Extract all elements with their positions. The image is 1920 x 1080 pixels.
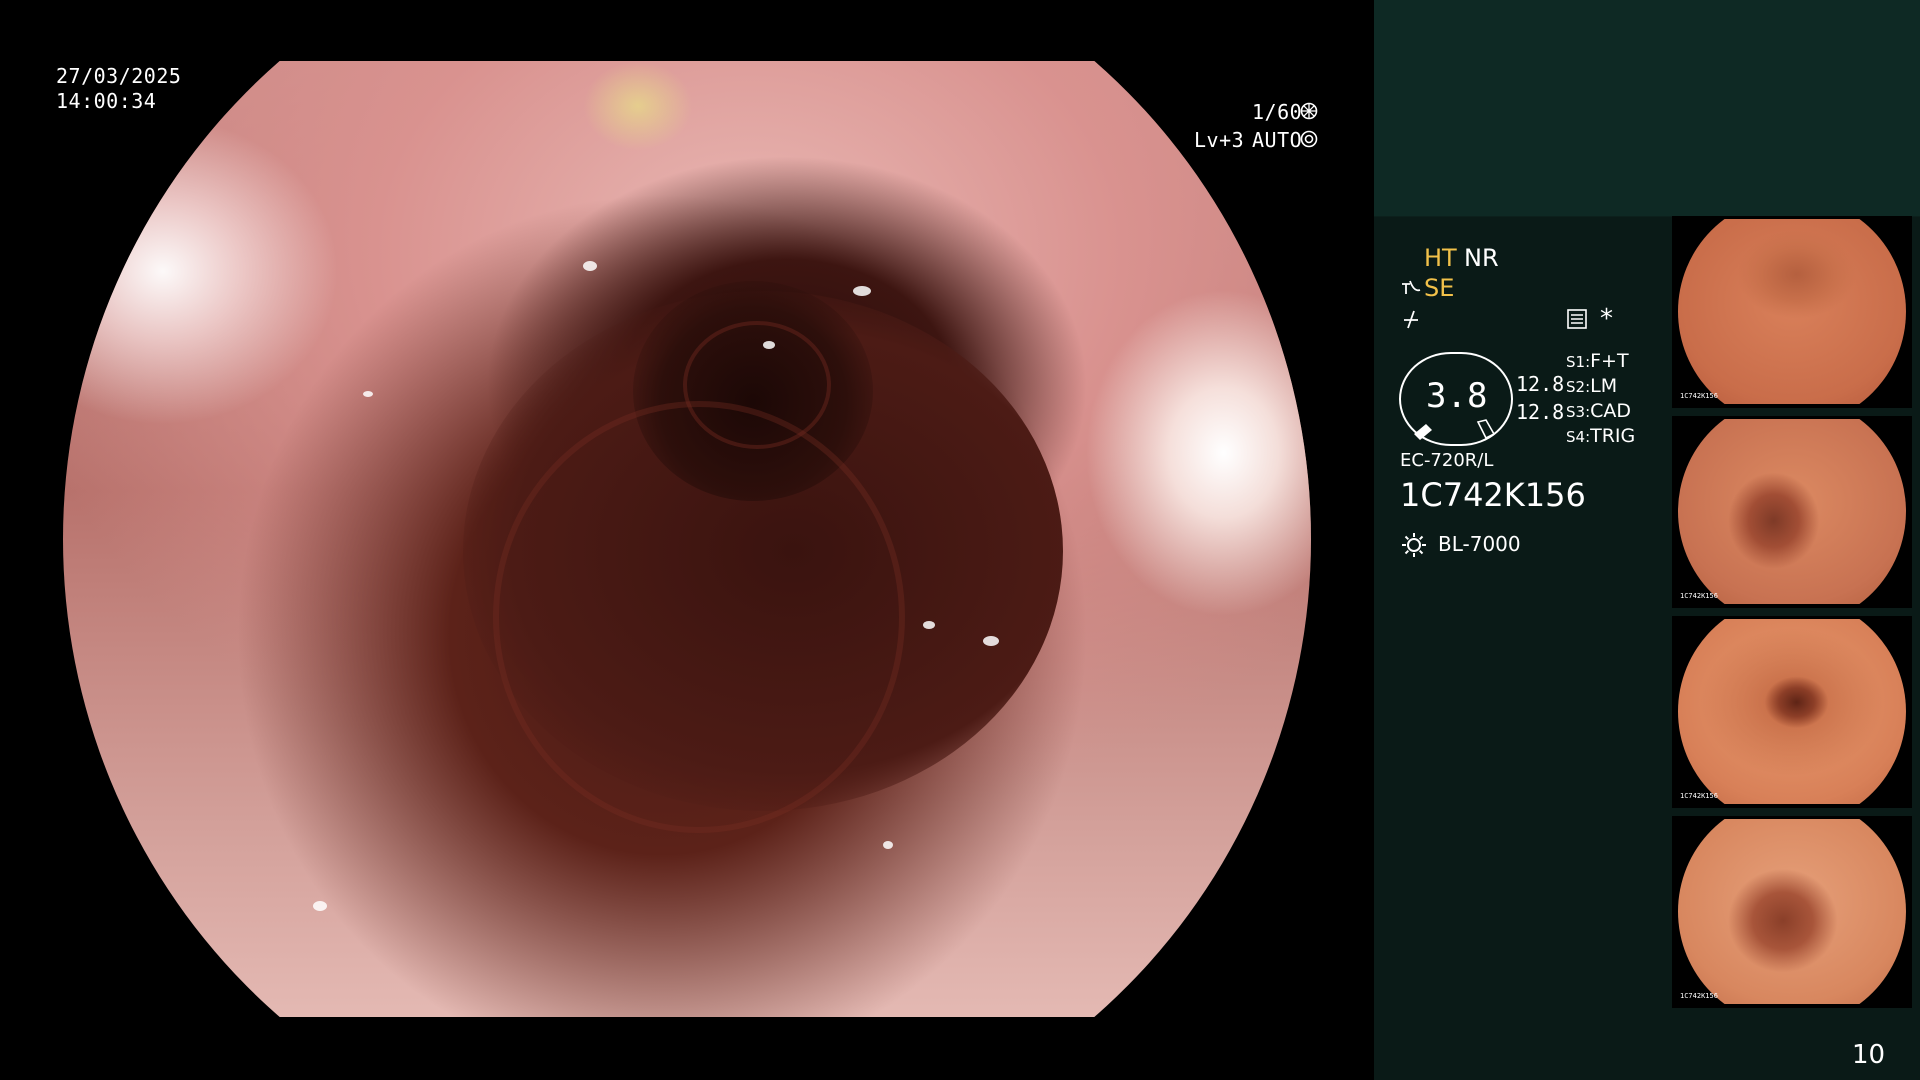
shutter-label: 1/60: [1252, 100, 1303, 124]
thumbnail-serial: 1C742K156: [1680, 592, 1718, 600]
switch-row: S2:LM: [1566, 375, 1635, 400]
mode-label: AUTO: [1252, 128, 1303, 152]
switch-key: S3:: [1566, 403, 1591, 421]
panel-header-area: [1374, 0, 1920, 217]
scope-serial: 1C742K156: [1400, 476, 1586, 514]
capture-thumbnail-2[interactable]: 1C742K156: [1672, 416, 1912, 608]
thumbnail-image: [1678, 419, 1906, 604]
thumbnail-image: [1678, 819, 1906, 1004]
switch-value: CAD: [1590, 400, 1632, 422]
thumbnail-serial: 1C742K156: [1680, 992, 1718, 1000]
readout-2: 12.8: [1516, 400, 1565, 424]
frame-count: 10: [1852, 1040, 1886, 1070]
switch-value: F+T: [1590, 350, 1629, 372]
level-label: Lv+3: [1194, 128, 1245, 152]
switch-row: S3:CAD: [1566, 400, 1635, 425]
gauge-right-marker: [1474, 418, 1496, 440]
capture-thumbnail-1[interactable]: 1C742K156: [1672, 216, 1912, 408]
thumbnail-image: [1678, 619, 1906, 804]
freeze-icon: [1400, 308, 1422, 330]
switch-list: S1:F+T S2:LM S3:CAD S4:TRIG: [1566, 350, 1635, 450]
thumbnail-serial: 1C742K156: [1680, 392, 1718, 400]
ht-indicator: HT: [1424, 244, 1457, 272]
aperture-icon: [1300, 102, 1318, 120]
gauge-left-marker: [1412, 420, 1434, 440]
endoscopic-image: [63, 61, 1311, 1017]
capture-thumbnail-3[interactable]: 1C742K156: [1672, 616, 1912, 808]
enhance-icon: [1400, 278, 1426, 298]
date-label: 27/03/2025: [56, 64, 182, 88]
memory-icon: [1566, 308, 1588, 330]
light-source-label: BL-7000: [1438, 532, 1521, 556]
capture-thumbnail-4[interactable]: 1C742K156: [1672, 816, 1912, 1008]
switch-value: LM: [1590, 375, 1618, 397]
endoscope-view: 27/03/2025 14:00:34 1/60 Lv+3 AUTO: [0, 0, 1374, 1080]
switch-key: S2:: [1566, 378, 1591, 396]
iris-icon: [1300, 130, 1318, 148]
light-source-icon: [1400, 531, 1428, 559]
switch-value: TRIG: [1590, 425, 1636, 447]
switch-row: S4:TRIG: [1566, 425, 1635, 450]
asterisk-indicator: *: [1600, 304, 1613, 334]
gauge-value: 3.8: [1426, 376, 1488, 416]
switch-key: S1:: [1566, 353, 1591, 371]
se-indicator: SE: [1424, 274, 1455, 302]
scope-model: EC-720R/L: [1400, 450, 1494, 471]
time-label: 14:00:34: [56, 89, 157, 113]
readout-1: 12.8: [1516, 372, 1565, 396]
switch-key: S4:: [1566, 428, 1591, 446]
thumbnail-image: [1678, 219, 1906, 404]
thumbnail-serial: 1C742K156: [1680, 792, 1718, 800]
switch-row: S1:F+T: [1566, 350, 1635, 375]
nr-indicator: NR: [1464, 244, 1499, 272]
